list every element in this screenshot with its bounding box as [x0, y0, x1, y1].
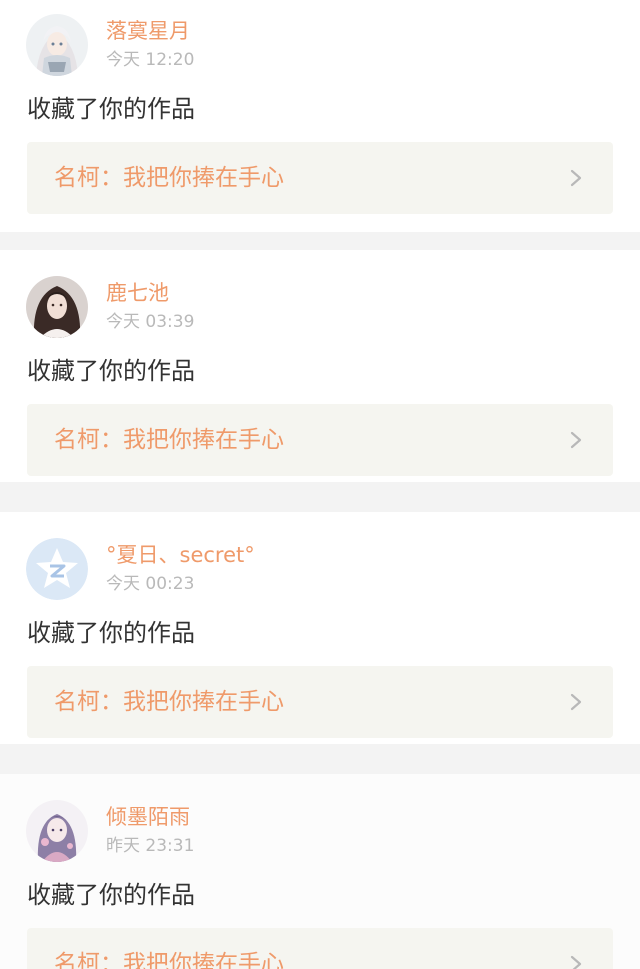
- work-title: 名柯：我把你捧在手心: [54, 427, 284, 453]
- notification-card: 鹿七池 今天 03:39 收藏了你的作品 名柯：我把你捧在手心: [0, 250, 640, 482]
- timestamp: 今天 12:20: [106, 50, 195, 70]
- chevron-right-icon: [566, 692, 586, 712]
- timestamp: 昨天 23:31: [106, 836, 195, 856]
- notification-card: 倾墨陌雨 昨天 23:31 收藏了你的作品 名柯：我把你捧在手心: [0, 774, 640, 969]
- work-title: 名柯：我把你捧在手心: [54, 165, 284, 191]
- work-link[interactable]: 名柯：我把你捧在手心: [27, 404, 613, 476]
- action-text: 收藏了你的作品: [27, 619, 195, 647]
- action-text: 收藏了你的作品: [27, 881, 195, 909]
- action-text: 收藏了你的作品: [27, 357, 195, 385]
- user-avatar-icon[interactable]: [26, 276, 88, 338]
- user-avatar-icon[interactable]: [26, 800, 88, 862]
- default-qzone-avatar-icon[interactable]: [26, 538, 88, 600]
- work-link[interactable]: 名柯：我把你捧在手心: [27, 928, 613, 969]
- username[interactable]: 落寞星月: [106, 18, 190, 44]
- work-link[interactable]: 名柯：我把你捧在手心: [27, 142, 613, 214]
- username[interactable]: 鹿七池: [106, 280, 169, 306]
- chevron-right-icon: [566, 430, 586, 450]
- user-avatar-icon[interactable]: [26, 14, 88, 76]
- work-title: 名柯：我把你捧在手心: [54, 689, 284, 715]
- timestamp: 今天 00:23: [106, 574, 195, 594]
- chevron-right-icon: [566, 168, 586, 188]
- username[interactable]: 倾墨陌雨: [106, 804, 190, 830]
- notification-card: °夏日、secret° 今天 00:23 收藏了你的作品 名柯：我把你捧在手心: [0, 512, 640, 744]
- username[interactable]: °夏日、secret°: [106, 542, 255, 568]
- timestamp: 今天 03:39: [106, 312, 195, 332]
- work-link[interactable]: 名柯：我把你捧在手心: [27, 666, 613, 738]
- work-title: 名柯：我把你捧在手心: [54, 951, 284, 969]
- chevron-right-icon: [566, 954, 586, 969]
- notification-card: 落寞星月 今天 12:20 收藏了你的作品 名柯：我把你捧在手心: [0, 0, 640, 232]
- action-text: 收藏了你的作品: [27, 95, 195, 123]
- notification-feed: 落寞星月 今天 12:20 收藏了你的作品 名柯：我把你捧在手心 鹿七池 今天 …: [0, 0, 640, 969]
